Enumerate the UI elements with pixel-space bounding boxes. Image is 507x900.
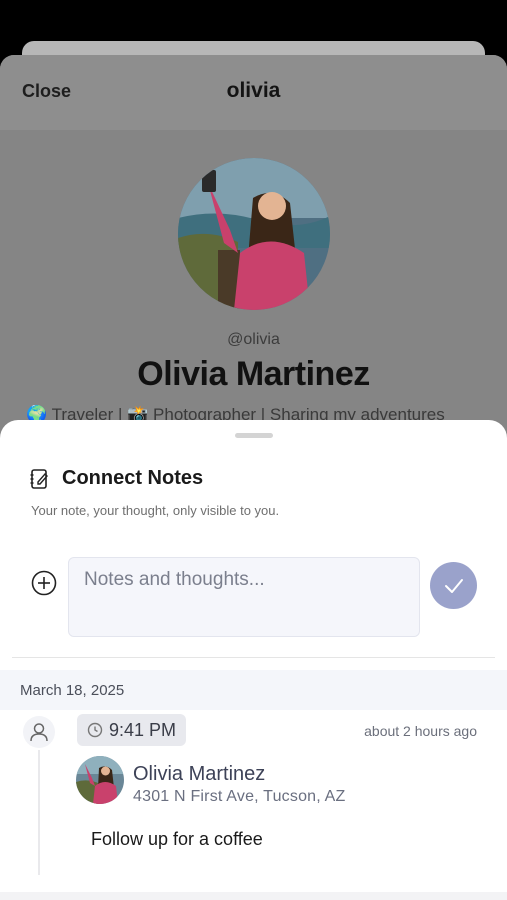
divider [12, 657, 495, 658]
notes-sheet: Connect Notes Your note, your thought, o… [0, 420, 507, 900]
edit-note-icon [30, 468, 48, 489]
plus-circle-icon[interactable] [31, 570, 57, 596]
notes-subtitle: Your note, your thought, only visible to… [31, 503, 280, 518]
timeline-user-marker [23, 716, 55, 748]
note-time: 9:41 PM [109, 719, 177, 740]
timeline-line [38, 750, 40, 875]
note-contact-name[interactable]: Olivia Martinez [133, 763, 265, 786]
profile-name: Olivia Martinez [137, 355, 370, 393]
submit-note-button[interactable] [430, 562, 477, 609]
note-contact-address: 4301 N First Ave, Tucson, AZ [133, 788, 346, 805]
sheet-grabber[interactable] [235, 433, 273, 438]
profile-avatar [178, 158, 330, 310]
user-icon [30, 723, 48, 742]
notes-title: Connect Notes [62, 467, 204, 489]
checkmark-icon [444, 578, 463, 593]
profile-handle: @olivia [227, 331, 280, 348]
profile-title: olivia [226, 79, 281, 102]
bottom-separator [0, 892, 507, 900]
note-contact-avatar[interactable] [76, 756, 124, 804]
note-text: Follow up for a coffee [91, 829, 263, 849]
note-relative-time: about 2 hours ago [364, 723, 477, 739]
time-chip: 9:41 PM [77, 714, 187, 746]
clock-icon [87, 722, 103, 738]
profile-header: Close olivia [0, 55, 507, 130]
notes-input[interactable] [68, 557, 420, 637]
notes-header: Connect Notes [30, 467, 203, 490]
date-header: March 18, 2025 [0, 670, 507, 710]
